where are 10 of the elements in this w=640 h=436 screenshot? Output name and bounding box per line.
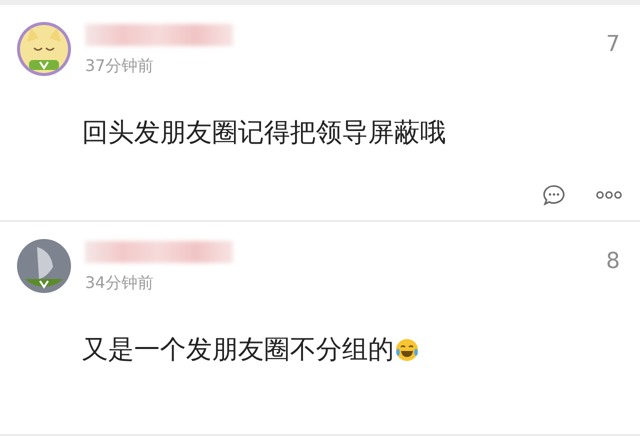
more-options-icon[interactable]	[596, 191, 622, 199]
comment-icon[interactable]	[542, 184, 566, 206]
floor-number: 8	[606, 248, 621, 274]
comment-text: 回头发朋友圈记得把领导屏蔽哦	[82, 117, 446, 150]
comment-time: 34分钟前	[85, 273, 154, 294]
photo-avatar	[17, 239, 71, 293]
comment-time: 37分钟前	[85, 56, 154, 77]
comment-text: 又是一个发朋友圈不分组的	[82, 334, 394, 367]
floor-number: 7	[606, 31, 621, 57]
cartoon-cat-avatar	[17, 22, 71, 76]
